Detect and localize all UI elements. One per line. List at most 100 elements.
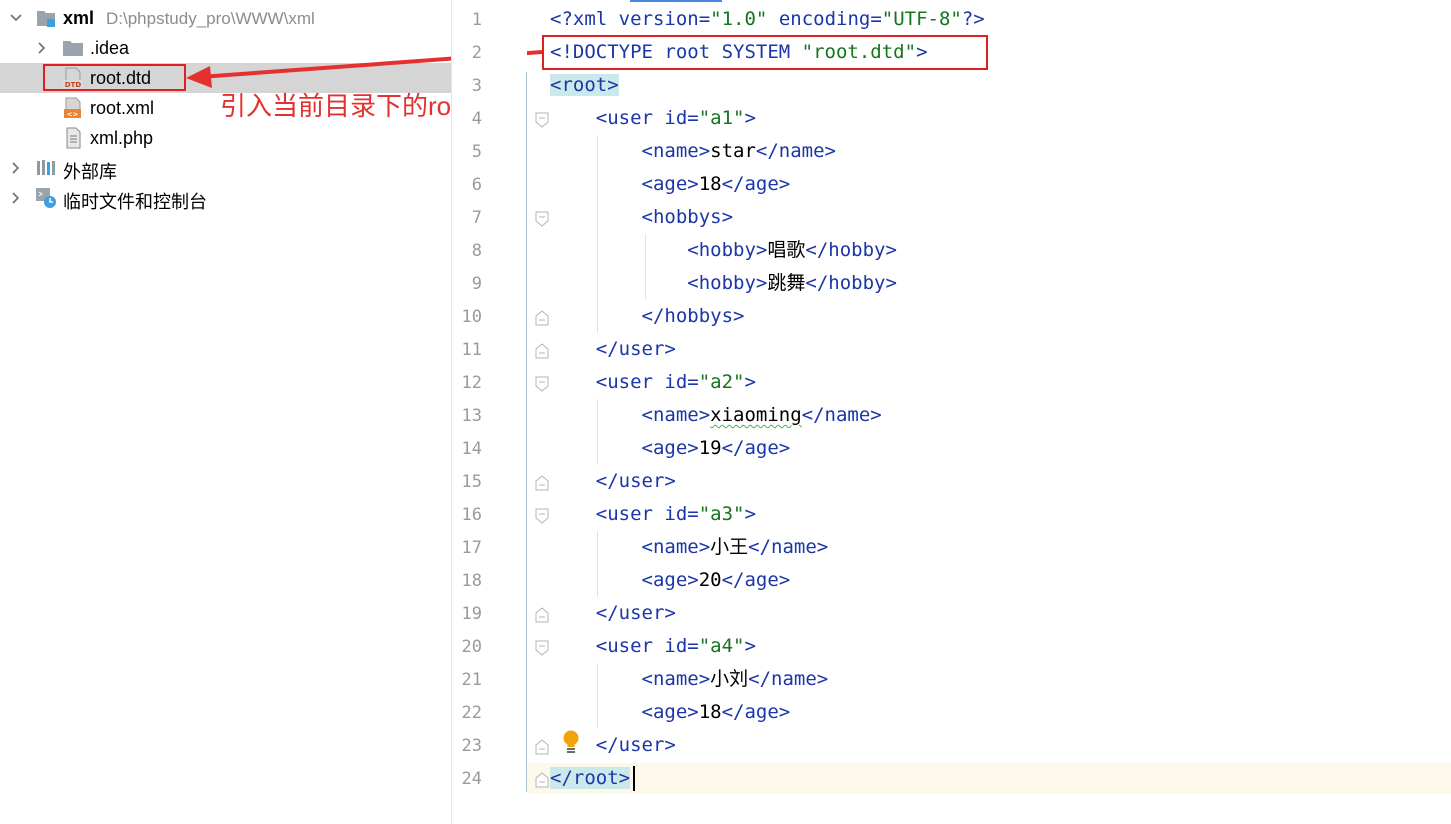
xml-decl-open: <? bbox=[550, 8, 573, 30]
line-number: 2 bbox=[471, 43, 482, 63]
code-line-24[interactable]: </root> bbox=[550, 763, 631, 794]
user-open-tag: <user bbox=[595, 371, 653, 393]
line-number: 6 bbox=[471, 175, 482, 195]
name-open-tag: <name> bbox=[641, 668, 711, 690]
active-tab-indicator bbox=[630, 0, 722, 2]
attr-encoding: encoding= bbox=[767, 8, 882, 30]
code-line-8[interactable]: <hobby>唱歌</hobby> bbox=[550, 235, 897, 266]
hobby-close-tag: </hobby> bbox=[805, 272, 897, 294]
attr-value: "a2" bbox=[698, 371, 745, 393]
line-number: 21 bbox=[461, 670, 482, 690]
line-number: 17 bbox=[461, 538, 482, 558]
hobby-value: 唱歌 bbox=[767, 239, 806, 261]
name-value: xiaoming bbox=[710, 404, 802, 426]
tree-item-xml-php[interactable]: xml.php bbox=[0, 123, 451, 153]
tree-item-label: 外部库 bbox=[63, 162, 117, 182]
fold-open-icon[interactable] bbox=[535, 112, 549, 128]
fold-close-icon[interactable] bbox=[535, 475, 549, 491]
hobby-close-tag: </hobby> bbox=[805, 239, 897, 261]
code-line-20[interactable]: <user id="a4"> bbox=[550, 631, 756, 662]
age-close-tag: </age> bbox=[721, 173, 791, 195]
code-line-4[interactable]: <user id="a1"> bbox=[550, 103, 756, 134]
tag-bracket: > bbox=[744, 503, 756, 525]
code-line-14[interactable]: <age>19</age> bbox=[550, 433, 791, 464]
code-line-22[interactable]: <age>18</age> bbox=[550, 697, 791, 728]
attr-value: "a1" bbox=[698, 107, 745, 129]
code-line-17[interactable]: <name>小王</name> bbox=[550, 532, 829, 563]
attr-id: id= bbox=[652, 635, 699, 657]
code-line-11[interactable]: </user> bbox=[550, 334, 676, 365]
current-line-highlight bbox=[527, 763, 1451, 794]
root-close-tag-name: root bbox=[572, 767, 619, 789]
name-close-tag: </name> bbox=[801, 404, 882, 426]
age-close-tag: </age> bbox=[721, 437, 791, 459]
chevron-right-icon[interactable] bbox=[8, 190, 24, 206]
age-close-tag: </age> bbox=[721, 701, 791, 723]
attr-value: "1.0" bbox=[710, 8, 768, 30]
code-line-6[interactable]: <age>18</age> bbox=[550, 169, 791, 200]
tag-bracket: > bbox=[744, 635, 756, 657]
code-line-1[interactable]: <?xml version="1.0" encoding="UTF-8"?> bbox=[550, 4, 985, 35]
line-number: 15 bbox=[461, 472, 482, 492]
lightbulb-icon[interactable] bbox=[561, 729, 581, 755]
attr-version: version= bbox=[607, 8, 711, 30]
line-number: 24 bbox=[461, 769, 482, 789]
hobbys-open-tag: <hobbys> bbox=[641, 206, 734, 228]
root-close-tag-bracket: > bbox=[618, 767, 631, 789]
attr-value: "a3" bbox=[698, 503, 745, 525]
line-number: 19 bbox=[461, 604, 482, 624]
age-open-tag: <age> bbox=[641, 701, 699, 723]
attr-value: "a4" bbox=[698, 635, 745, 657]
age-value: 19 bbox=[698, 437, 722, 459]
code-line-16[interactable]: <user id="a3"> bbox=[550, 499, 756, 530]
user-open-tag: <user bbox=[595, 503, 653, 525]
gutter-separator bbox=[526, 72, 527, 792]
code-line-3[interactable]: <root> bbox=[550, 70, 619, 101]
fold-open-icon[interactable] bbox=[535, 376, 549, 392]
code-line-15[interactable]: </user> bbox=[550, 466, 676, 497]
fold-close-icon[interactable] bbox=[535, 607, 549, 623]
code-line-9[interactable]: <hobby>跳舞</hobby> bbox=[550, 268, 897, 299]
user-close-tag: </user> bbox=[595, 734, 676, 756]
line-number: 13 bbox=[461, 406, 482, 426]
attr-id: id= bbox=[652, 503, 699, 525]
code-line-12[interactable]: <user id="a2"> bbox=[550, 367, 756, 398]
age-value: 20 bbox=[698, 569, 722, 591]
fold-open-icon[interactable] bbox=[535, 640, 549, 656]
name-close-tag: </name> bbox=[755, 140, 836, 162]
xml-decl-close: ?> bbox=[961, 8, 985, 30]
code-line-10[interactable]: </hobbys> bbox=[550, 301, 745, 332]
code-line-5[interactable]: <name>star</name> bbox=[550, 136, 836, 167]
fold-close-icon[interactable] bbox=[535, 772, 549, 788]
code-line-21[interactable]: <name>小刘</name> bbox=[550, 664, 829, 695]
user-close-tag: </user> bbox=[595, 470, 676, 492]
fold-close-icon[interactable] bbox=[535, 739, 549, 755]
fold-close-icon[interactable] bbox=[535, 310, 549, 326]
fold-close-icon[interactable] bbox=[535, 343, 549, 359]
library-icon bbox=[35, 157, 57, 179]
age-open-tag: <age> bbox=[641, 569, 699, 591]
text-file-icon bbox=[62, 127, 84, 149]
tag-bracket: > bbox=[744, 107, 756, 129]
tree-item-external-libraries[interactable]: 外部库 bbox=[0, 153, 451, 183]
user-open-tag: <user bbox=[595, 635, 653, 657]
line-number: 16 bbox=[461, 505, 482, 525]
line-number: 22 bbox=[461, 703, 482, 723]
tree-item-scratches[interactable]: 临时文件和控制台 bbox=[0, 183, 451, 213]
code-line-7[interactable]: <hobbys> bbox=[550, 202, 734, 233]
code-line-18[interactable]: <age>20</age> bbox=[550, 565, 791, 596]
attr-id: id= bbox=[652, 107, 699, 129]
age-value: 18 bbox=[698, 701, 722, 723]
age-open-tag: <age> bbox=[641, 437, 699, 459]
line-number: 12 bbox=[461, 373, 482, 393]
code-line-13[interactable]: <name>xiaoming</name> bbox=[550, 400, 882, 431]
tree-item-label: xml.php bbox=[90, 128, 154, 148]
fold-open-icon[interactable] bbox=[535, 211, 549, 227]
code-line-19[interactable]: </user> bbox=[550, 598, 676, 629]
chevron-right-icon[interactable] bbox=[8, 160, 24, 176]
attr-value: "UTF-8" bbox=[881, 8, 962, 30]
name-open-tag: <name> bbox=[641, 404, 711, 426]
line-number: 7 bbox=[471, 208, 482, 228]
fold-open-icon[interactable] bbox=[535, 508, 549, 524]
age-close-tag: </age> bbox=[721, 569, 791, 591]
